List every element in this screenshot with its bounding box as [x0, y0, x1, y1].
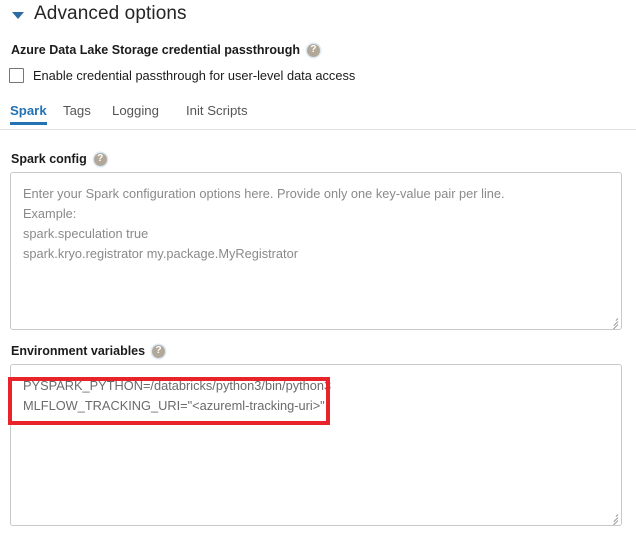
spark-config-label: Spark config: [11, 152, 107, 166]
tab-active-indicator: [10, 122, 47, 125]
tab-tags-label: Tags: [63, 103, 91, 118]
help-circle-icon[interactable]: [152, 344, 166, 358]
environment-variables-label-text: Environment variables: [11, 344, 146, 358]
tab-init-scripts-label: Init Scripts: [186, 103, 248, 118]
spark-config-resize-handle[interactable]: [606, 314, 619, 329]
enable-credential-passthrough-checkbox-row[interactable]: Enable credential passthrough for user-l…: [9, 68, 355, 83]
credential-passthrough-label: Azure Data Lake Storage credential passt…: [11, 43, 320, 57]
environment-variables-resize-handle[interactable]: [606, 510, 619, 525]
tab-spark-label: Spark: [10, 103, 47, 118]
credential-passthrough-label-text: Azure Data Lake Storage credential passt…: [11, 43, 300, 57]
tab-logging-label: Logging: [112, 103, 159, 118]
spark-config-placeholder-line: Example:: [23, 206, 77, 221]
advanced-options-title: Advanced options: [34, 3, 187, 24]
tab-spark[interactable]: Spark: [10, 103, 47, 125]
spark-config-label-text: Spark config: [11, 152, 87, 166]
environment-variables-input[interactable]: PYSPARK_PYTHON=/databricks/python3/bin/p…: [10, 364, 622, 526]
tabs-divider: [0, 129, 636, 130]
enable-credential-passthrough-label: Enable credential passthrough for user-l…: [33, 68, 356, 83]
spark-config-input[interactable]: Enter your Spark configuration options h…: [10, 172, 622, 330]
spark-config-placeholder-line: Enter your Spark configuration options h…: [23, 186, 505, 201]
settings-tablist: Spark Tags Logging Init Scripts: [0, 103, 636, 130]
help-circle-icon[interactable]: [306, 43, 320, 57]
spark-config-placeholder-line: spark.kryo.registrator my.package.MyRegi…: [23, 246, 298, 261]
environment-variables-label: Environment variables: [11, 344, 166, 358]
help-circle-icon[interactable]: [93, 152, 107, 166]
tab-logging[interactable]: Logging: [112, 103, 159, 125]
environment-variable-line: MLFLOW_TRACKING_URI="<azureml-tracking-u…: [23, 398, 325, 413]
tab-tags[interactable]: Tags: [63, 103, 91, 125]
environment-variable-line: PYSPARK_PYTHON=/databricks/python3/bin/p…: [23, 378, 332, 393]
spark-config-placeholder-line: spark.speculation true: [23, 226, 149, 241]
chevron-down-icon: [12, 12, 24, 19]
advanced-options-toggle[interactable]: Advanced options: [12, 3, 187, 25]
enable-credential-passthrough-checkbox[interactable]: [9, 68, 24, 83]
tab-init-scripts[interactable]: Init Scripts: [186, 103, 248, 125]
